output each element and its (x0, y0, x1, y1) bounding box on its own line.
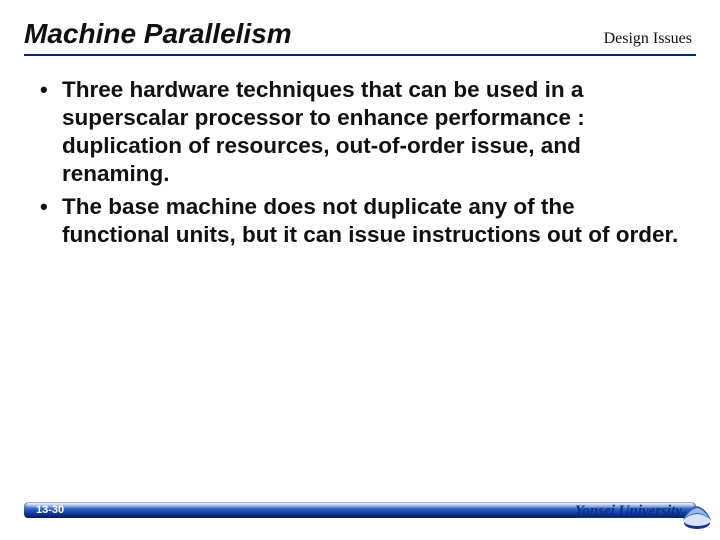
university-label: Yonsei University (575, 503, 682, 520)
slide: Machine Parallelism Design Issues Three … (0, 0, 720, 540)
logo-icon (680, 498, 714, 532)
slide-subtitle: Design Issues (604, 30, 696, 50)
footer: 13-30 Yonsei University (0, 490, 720, 540)
content: Three hardware techniques that can be us… (24, 76, 696, 249)
bullet-item: Three hardware techniques that can be us… (40, 76, 688, 189)
bullet-list: Three hardware techniques that can be us… (40, 76, 688, 249)
header: Machine Parallelism Design Issues (24, 18, 696, 56)
page-number: 13-30 (36, 502, 64, 518)
bullet-item: The base machine does not duplicate any … (40, 193, 688, 249)
slide-title: Machine Parallelism (24, 18, 292, 50)
